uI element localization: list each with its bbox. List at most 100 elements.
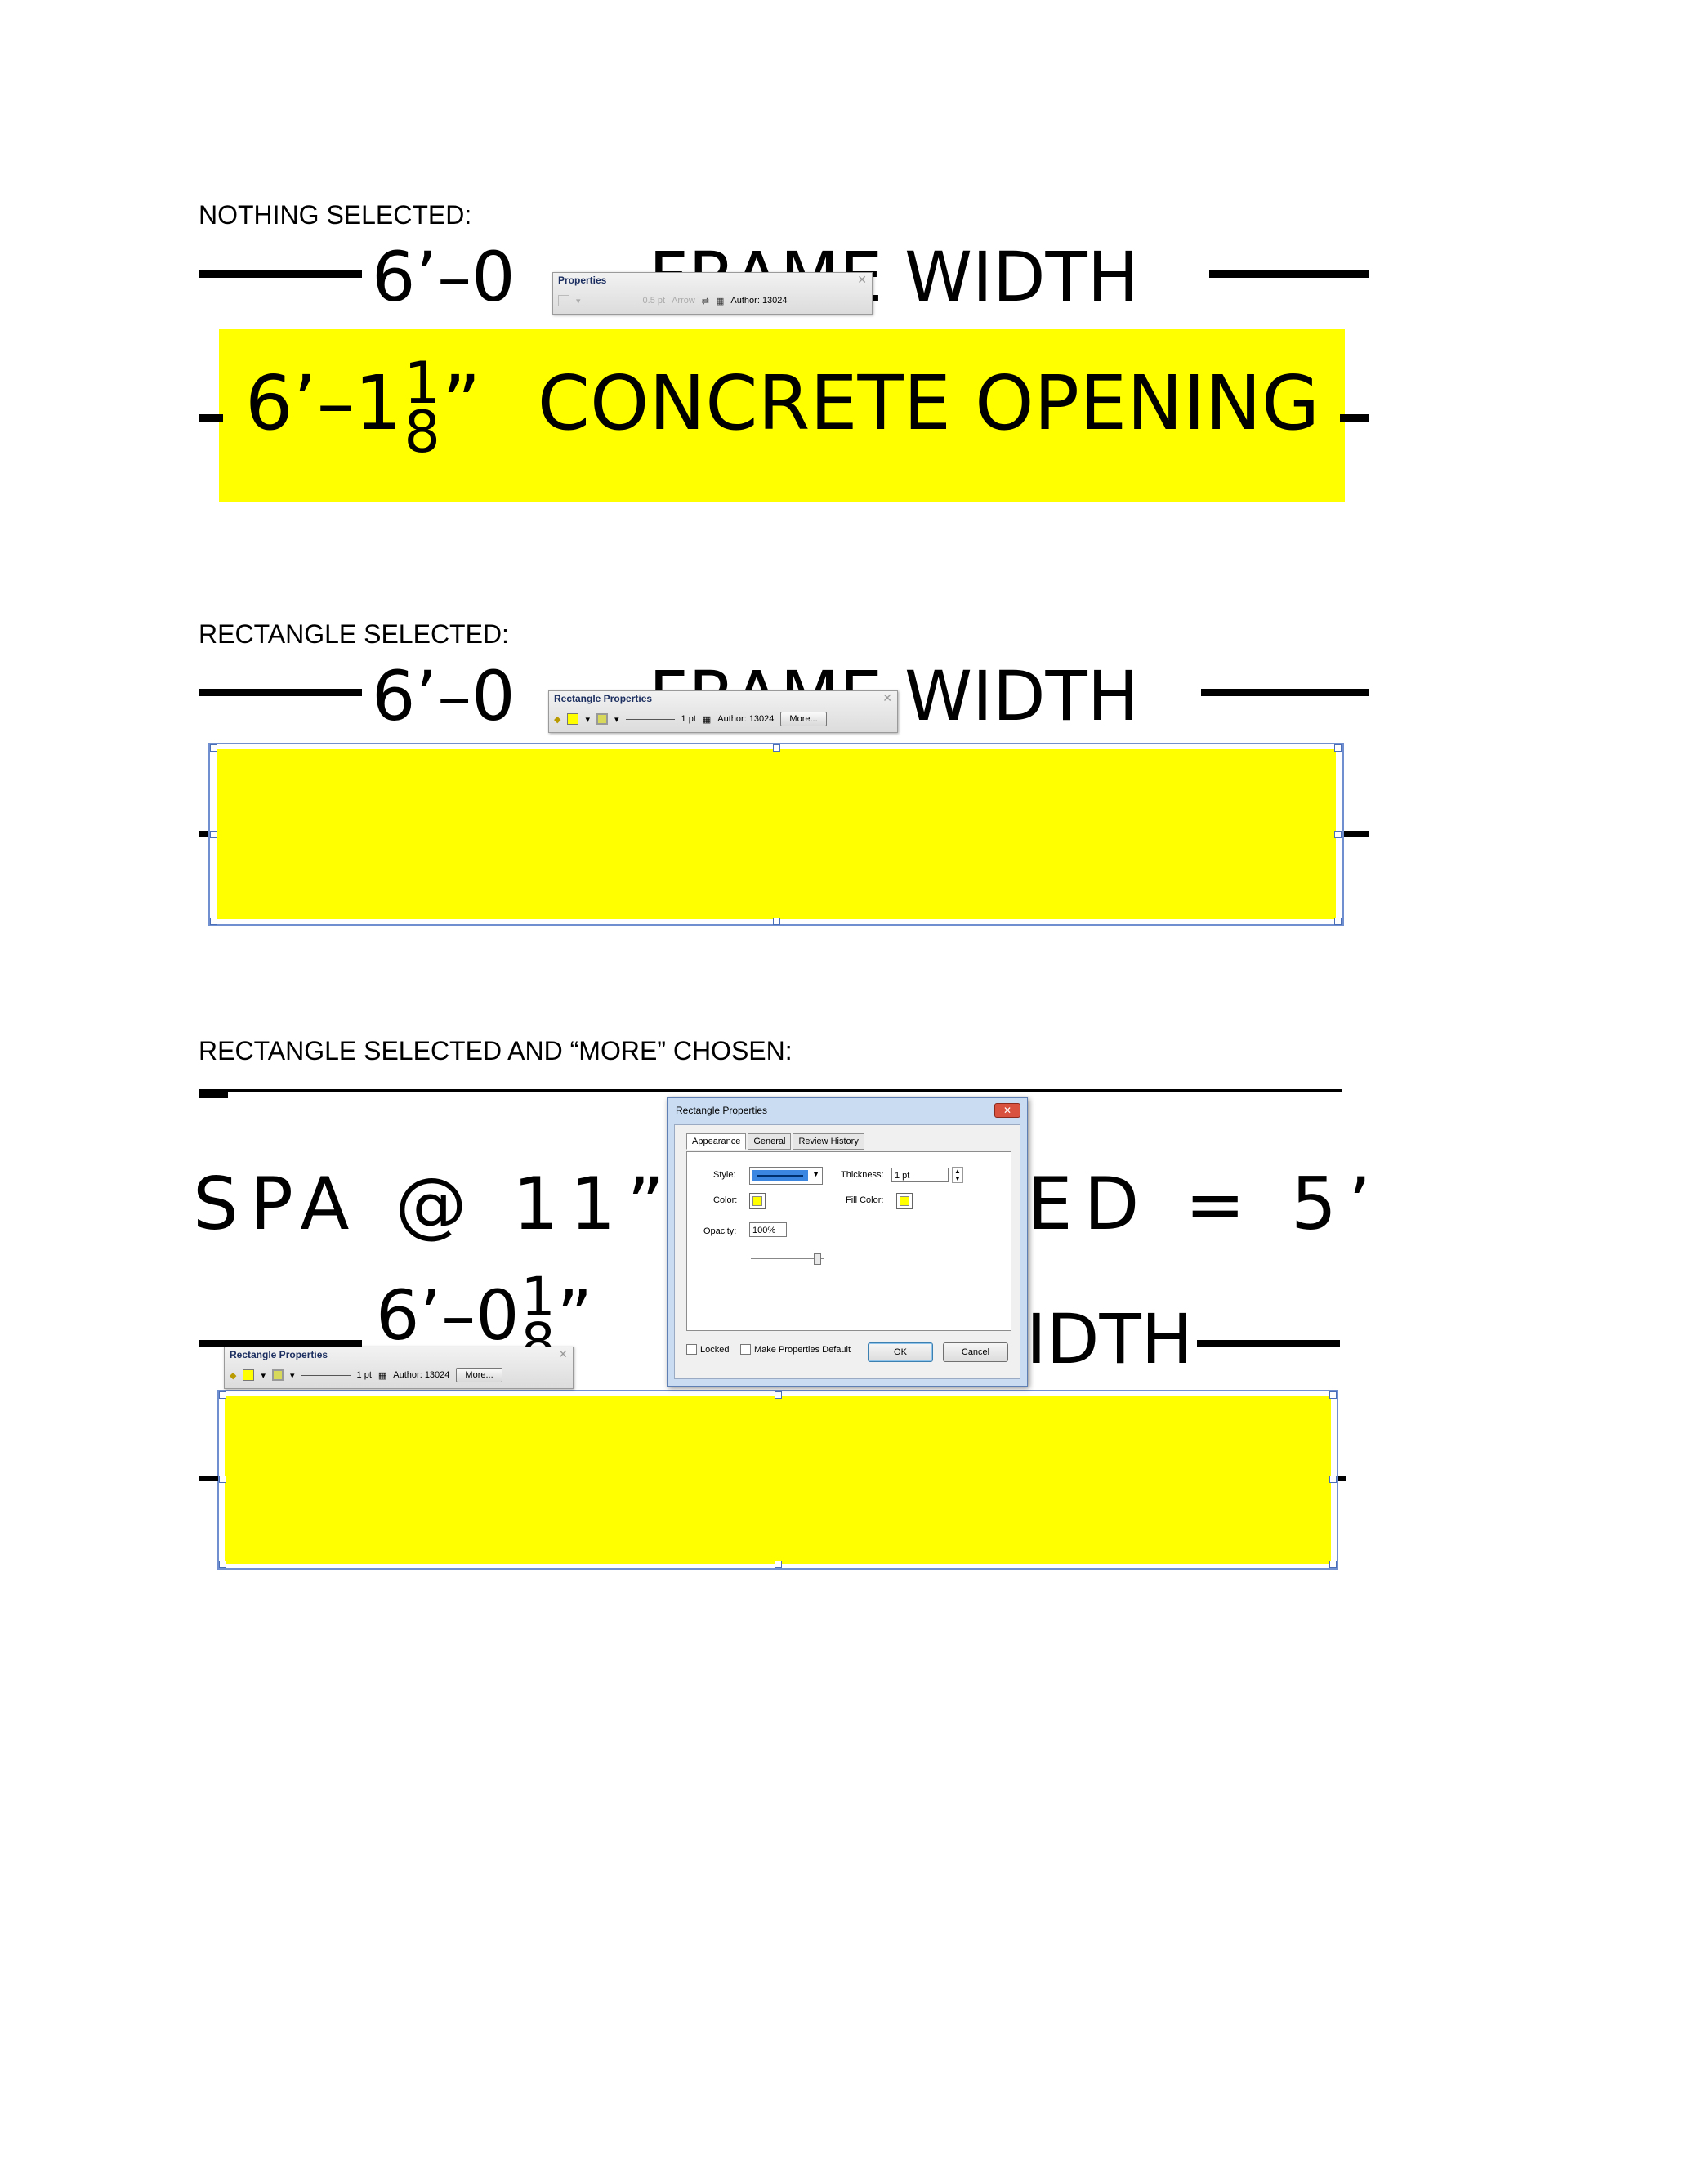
appearance-panel: Style: ▼ Thickness: 1 pt ▲ ▼ Color: Fill … bbox=[686, 1151, 1011, 1331]
frame-width-value: 6’–0 bbox=[372, 656, 516, 736]
resize-handle-bottom-right[interactable] bbox=[1329, 1561, 1337, 1568]
color-label: Color: bbox=[713, 1195, 738, 1205]
style-dropdown[interactable]: ▼ bbox=[749, 1167, 823, 1185]
frac-den: 8 bbox=[404, 398, 440, 466]
dimension-line-left bbox=[199, 270, 362, 278]
resize-handle-left[interactable] bbox=[210, 831, 217, 838]
dropdown-icon[interactable]: ▾ bbox=[614, 714, 619, 725]
dim-stub-right bbox=[1338, 1476, 1346, 1481]
tab-appearance[interactable]: Appearance bbox=[686, 1133, 747, 1150]
more-button[interactable]: More... bbox=[780, 712, 827, 726]
rectangle-properties-toolbar[interactable]: Rectangle Properties ✕ ◆ ▾ ▾ 1 pt ▦ Auth… bbox=[548, 690, 898, 733]
close-icon[interactable]: ✕ bbox=[857, 273, 867, 287]
swatch-fill bbox=[752, 1196, 762, 1206]
thickness-value[interactable]: 0.5 pt bbox=[643, 296, 666, 306]
resize-handle-bottom-left[interactable] bbox=[210, 918, 217, 925]
dropdown-icon[interactable]: ▾ bbox=[576, 296, 581, 306]
concrete-fraction: 18 bbox=[404, 355, 440, 466]
thickness-value[interactable]: 1 pt bbox=[357, 1370, 372, 1380]
opacity-icon[interactable]: ▦ bbox=[716, 296, 724, 306]
more-button[interactable]: More... bbox=[456, 1368, 502, 1382]
resize-handle-top[interactable] bbox=[775, 1391, 782, 1399]
opacity-icon[interactable]: ▦ bbox=[703, 714, 711, 725]
stroke-color-swatch[interactable] bbox=[749, 1193, 766, 1209]
resize-handle-top-right[interactable] bbox=[1329, 1391, 1337, 1399]
make-default-checkbox[interactable]: Make Properties Default bbox=[740, 1344, 851, 1355]
resize-handle-top-right[interactable] bbox=[1334, 744, 1342, 752]
caption-nothing-selected: NOTHING SELECTED: bbox=[199, 200, 472, 230]
concrete-lead: 6’–1 bbox=[245, 360, 403, 447]
top-stub bbox=[199, 1092, 228, 1098]
opacity-field[interactable]: 100% bbox=[749, 1222, 787, 1237]
fill-color-icon[interactable] bbox=[243, 1369, 255, 1381]
resize-handle-bottom[interactable] bbox=[775, 1561, 782, 1568]
cancel-button[interactable]: Cancel bbox=[943, 1342, 1008, 1362]
spinner-icon[interactable]: ▲ ▼ bbox=[952, 1167, 963, 1183]
fill-color-icon[interactable] bbox=[567, 713, 579, 725]
dropdown-icon[interactable]: ▾ bbox=[290, 1370, 295, 1381]
style-label: Style: bbox=[713, 1170, 736, 1180]
thickness-label: Thickness: bbox=[841, 1170, 884, 1180]
resize-handle-right[interactable] bbox=[1334, 831, 1342, 838]
make-default-label: Make Properties Default bbox=[754, 1344, 851, 1355]
thickness-value[interactable]: 1 pt bbox=[681, 714, 696, 724]
rectangle-properties-toolbar[interactable]: Rectangle Properties ✕ ◆ ▾ ▾ 1 pt ▦ Auth… bbox=[224, 1347, 574, 1389]
selected-rectangle[interactable] bbox=[225, 1396, 1331, 1564]
dimension-line-left bbox=[199, 689, 362, 696]
resize-handle-top[interactable] bbox=[773, 744, 780, 752]
properties-toolbar[interactable]: Properties ✕ ▾ 0.5 pt Arrow ⇄ ▦ Author: … bbox=[552, 272, 873, 315]
resize-handle-bottom-left[interactable] bbox=[219, 1561, 226, 1568]
tab-general[interactable]: General bbox=[748, 1133, 792, 1150]
toolbar-title: Rectangle Properties bbox=[230, 1349, 328, 1360]
chevron-down-icon: ▼ bbox=[812, 1170, 819, 1178]
resize-handle-bottom[interactable] bbox=[773, 918, 780, 925]
dim-stub-left bbox=[199, 831, 208, 837]
dropdown-icon[interactable]: ▾ bbox=[261, 1370, 266, 1381]
opacity-slider-knob[interactable] bbox=[814, 1253, 821, 1265]
toolbar-row: ◆ ▾ ▾ 1 pt ▦ Author: 13024 More... bbox=[230, 1365, 568, 1385]
thickness-field[interactable]: 1 pt bbox=[891, 1168, 949, 1182]
lower-quote: ” bbox=[556, 1275, 593, 1356]
dropdown-icon[interactable]: ▾ bbox=[585, 714, 590, 725]
concrete-text: CONCRETE OPENING bbox=[537, 360, 1320, 447]
line-style-icon[interactable] bbox=[301, 1374, 351, 1376]
swap-arrows-icon[interactable]: ⇄ bbox=[702, 296, 709, 306]
selected-rectangle[interactable] bbox=[217, 749, 1336, 919]
close-icon[interactable]: ✕ bbox=[994, 1103, 1020, 1118]
toolbar-row: ▾ 0.5 pt Arrow ⇄ ▦ Author: 13024 bbox=[558, 291, 867, 310]
toolbar-title: Rectangle Properties bbox=[554, 693, 653, 704]
locked-checkbox[interactable]: Locked bbox=[686, 1344, 729, 1355]
fill-color-swatch[interactable] bbox=[896, 1193, 913, 1209]
spacing-label-right: ED = 5’ bbox=[1027, 1162, 1383, 1246]
spacing-label-left: SPA @ 11” bbox=[193, 1162, 677, 1246]
stroke-color-icon[interactable] bbox=[558, 295, 569, 306]
stroke-color-icon[interactable] bbox=[596, 713, 608, 725]
author-label: Author: 13024 bbox=[393, 1370, 450, 1380]
opacity-icon[interactable]: ▦ bbox=[378, 1370, 386, 1381]
swatch-fill bbox=[900, 1196, 909, 1206]
resize-handle-top-left[interactable] bbox=[210, 744, 217, 752]
ok-button[interactable]: OK bbox=[868, 1342, 933, 1362]
fill-bucket-icon[interactable]: ◆ bbox=[230, 1370, 236, 1381]
locked-label: Locked bbox=[700, 1344, 730, 1355]
dim-stub-right bbox=[1344, 831, 1369, 837]
dimension-line-right bbox=[1197, 1340, 1340, 1347]
tab-bar: Appearance General Review History bbox=[686, 1133, 866, 1150]
author-label: Author: 13024 bbox=[717, 714, 775, 724]
fill-color-label: Fill Color: bbox=[846, 1195, 884, 1205]
rectangle-properties-dialog[interactable]: Rectangle Properties ✕ Appearance Genera… bbox=[667, 1097, 1028, 1387]
close-icon[interactable]: ✕ bbox=[558, 1347, 568, 1361]
line-style-icon[interactable] bbox=[625, 718, 675, 720]
resize-handle-bottom-right[interactable] bbox=[1334, 918, 1342, 925]
top-border-line bbox=[199, 1089, 1342, 1092]
stroke-color-icon[interactable] bbox=[272, 1369, 284, 1381]
resize-handle-right[interactable] bbox=[1329, 1476, 1337, 1483]
line-end-value[interactable]: Arrow bbox=[672, 296, 695, 306]
width-tail-label: IDTH bbox=[1026, 1299, 1193, 1379]
resize-handle-left[interactable] bbox=[219, 1476, 226, 1483]
fill-bucket-icon[interactable]: ◆ bbox=[554, 714, 560, 725]
caption-rectangle-selected: RECTANGLE SELECTED: bbox=[199, 619, 509, 649]
close-icon[interactable]: ✕ bbox=[882, 691, 892, 705]
tab-review-history[interactable]: Review History bbox=[793, 1133, 864, 1150]
resize-handle-top-left[interactable] bbox=[219, 1391, 226, 1399]
